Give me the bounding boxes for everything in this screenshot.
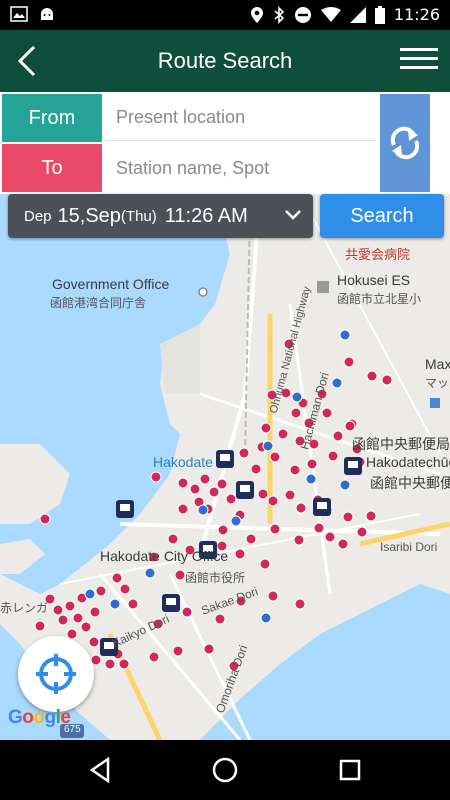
map-label: Government Office (52, 276, 170, 292)
from-label[interactable]: From (2, 94, 102, 142)
wifi-icon (320, 6, 341, 22)
battery-icon (374, 5, 385, 24)
map-label: Hokusei ES (337, 272, 411, 288)
gallery-icon (10, 6, 28, 22)
google-logo: Google (8, 707, 71, 728)
map-label: Max (425, 356, 450, 372)
map-label: Hakodatechūō (366, 454, 450, 470)
map-label: Hakodate (153, 454, 213, 470)
weekday-value: (Thu) (120, 207, 157, 225)
map-label: 函館市立北星小 (337, 292, 422, 306)
chevron-down-icon (285, 210, 301, 220)
departure-datetime-button[interactable]: Dep 15,Sep (Thu) 11:26 AM (8, 194, 313, 238)
bluetooth-icon (274, 5, 285, 24)
do-not-disturb-icon (294, 6, 311, 23)
status-right: 11:26 (250, 5, 440, 24)
map-label: マッ (425, 376, 450, 390)
search-button[interactable]: Search (320, 194, 444, 238)
nav-back-icon[interactable] (86, 756, 114, 784)
swap-icon (390, 126, 420, 160)
map-label: 函館中央郵便局 (370, 475, 450, 491)
date-value: 15,Sep (57, 204, 121, 227)
to-input[interactable] (104, 145, 376, 191)
from-input[interactable] (104, 95, 376, 141)
to-label[interactable]: To (2, 144, 102, 192)
menu-icon (400, 48, 438, 51)
menu-button[interactable] (400, 42, 438, 80)
navigation-bar (0, 740, 450, 800)
app-bar: Route Search (0, 30, 450, 92)
map-label: Isaribi Dori (380, 540, 438, 554)
my-location-button[interactable] (18, 636, 94, 712)
map-label: 共愛会病院 (345, 247, 411, 262)
nav-recents-icon[interactable] (336, 756, 364, 784)
map-label: Hakodate City Office (100, 548, 229, 564)
nav-home-icon[interactable] (211, 756, 239, 784)
signal-icon (349, 6, 366, 23)
map-label: 函館市役所 (185, 571, 246, 585)
status-time: 11:26 (393, 5, 440, 24)
map-label: 函館港湾合同庁舎 (50, 296, 147, 310)
dep-label: Dep (24, 207, 52, 225)
android-icon (41, 8, 53, 20)
time-value: 11:26 AM (164, 204, 248, 227)
location-icon (250, 6, 263, 23)
crosshair-icon (36, 654, 76, 694)
status-bar: 11:26 (0, 0, 450, 30)
status-left (10, 6, 56, 22)
map-label: 赤レンガ (0, 601, 49, 615)
page-title: Route Search (157, 48, 293, 73)
swap-button[interactable] (380, 94, 430, 192)
route-form: From To (0, 92, 450, 194)
map-label: 函館中央郵便局 (352, 436, 450, 452)
